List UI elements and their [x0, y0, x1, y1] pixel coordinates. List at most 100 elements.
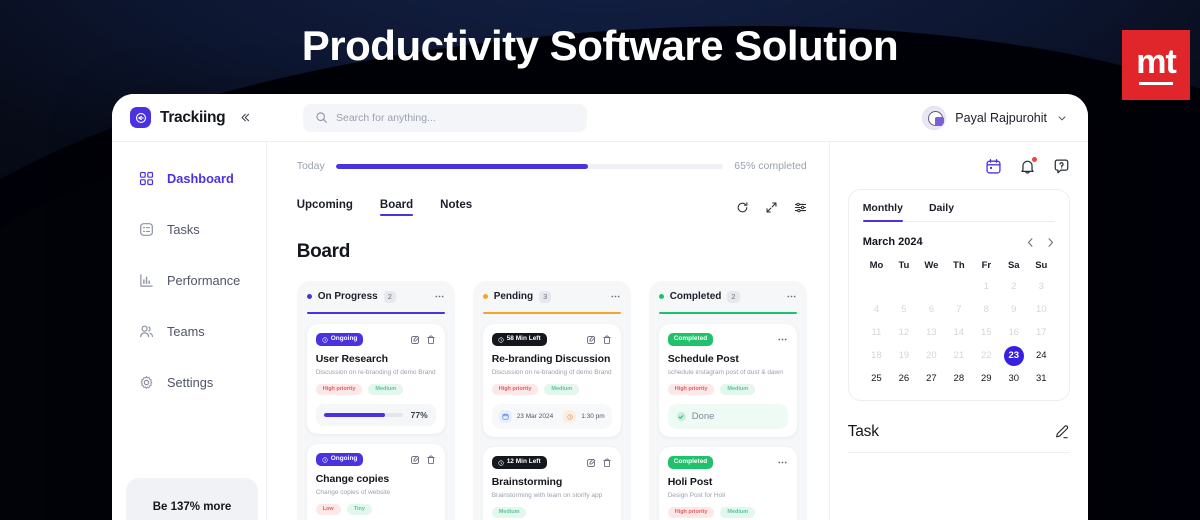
calendar-tab-monthly[interactable]: Monthly: [862, 202, 904, 222]
calendar-nav: [1026, 237, 1055, 248]
calendar-day[interactable]: 22: [973, 348, 1000, 363]
calendar-day[interactable]: 14: [945, 325, 972, 340]
calendar-day[interactable]: 2: [1000, 279, 1027, 294]
sidebar-item-tasks[interactable]: Tasks: [112, 215, 266, 243]
refresh-icon[interactable]: [736, 201, 749, 214]
card-top-row: 58 Min Left: [491, 333, 612, 346]
calendar-day[interactable]: 10: [1028, 302, 1055, 317]
calendar-day[interactable]: 18: [863, 348, 890, 363]
task-section-title: Task: [847, 423, 879, 440]
calendar-day[interactable]: 17: [1028, 325, 1055, 340]
edit-icon[interactable]: [410, 335, 420, 345]
more-horizontal-icon[interactable]: [434, 291, 445, 302]
calendar-day[interactable]: 16: [1000, 325, 1027, 340]
tab-upcoming[interactable]: Upcoming: [297, 199, 353, 216]
calendar-weekday: We: [924, 260, 939, 271]
task-card[interactable]: Ongoing Change copies Change copies of web…: [306, 444, 445, 520]
calendar-tab-daily[interactable]: Daily: [929, 202, 954, 221]
calendar-day[interactable]: 30: [1000, 371, 1027, 386]
card-actions: [777, 457, 788, 468]
filter-icon[interactable]: [794, 201, 807, 214]
tag: Medium: [720, 383, 756, 396]
app-body: Dashboard Tasks Performance Teams Settin…: [112, 142, 1088, 520]
task-card[interactable]: 12 Min Left Brainstorming Brainstorming wi…: [482, 447, 621, 520]
column-accent-bar: [482, 311, 621, 315]
calendar-day[interactable]: 12: [890, 325, 917, 340]
card-title: Re-branding Discussion: [491, 352, 611, 365]
delete-icon[interactable]: [426, 455, 436, 465]
calendar-empty-cell: .: [945, 279, 972, 294]
calendar-day[interactable]: 11: [863, 325, 890, 340]
calendar-day[interactable]: 23: [1000, 348, 1027, 363]
calendar-day[interactable]: 7: [945, 302, 972, 317]
calendar-day[interactable]: 13: [918, 325, 945, 340]
calendar-day[interactable]: 1: [973, 279, 1000, 294]
delete-icon[interactable]: [602, 458, 612, 468]
calendar-icon[interactable]: [985, 158, 1002, 175]
done-row[interactable]: Done: [667, 404, 788, 430]
calendar-day[interactable]: 15: [973, 325, 1000, 340]
task-card[interactable]: 58 Min Left Re-branding Discussion Discuss…: [482, 324, 621, 438]
calendar-day[interactable]: 5: [890, 302, 917, 317]
promo-card[interactable]: Be 137% more: [126, 478, 258, 520]
calendar-day[interactable]: 4: [863, 302, 890, 317]
toolbar-icons: [736, 201, 807, 214]
more-horizontal-icon[interactable]: [786, 291, 797, 302]
bell-icon[interactable]: [1019, 157, 1037, 175]
tab-notes[interactable]: Notes: [440, 199, 472, 216]
chevron-right-icon[interactable]: [1046, 237, 1055, 248]
calendar-day[interactable]: 25: [863, 371, 890, 386]
status-badge: 58 Min Left: [491, 333, 547, 346]
search-input[interactable]: [336, 111, 575, 124]
delete-icon[interactable]: [602, 335, 612, 345]
edit-icon[interactable]: [586, 458, 596, 468]
calendar-day[interactable]: 27: [918, 371, 945, 386]
sidebar-item-label: Dashboard: [167, 170, 234, 186]
calendar-icon: [498, 410, 512, 424]
calendar-day[interactable]: 31: [1028, 371, 1055, 386]
calendar-day[interactable]: 6: [918, 302, 945, 317]
task-card[interactable]: Completed Schedule Post schedule instagram…: [658, 324, 797, 438]
calendar-day[interactable]: 24: [1028, 348, 1055, 363]
sidebar-item-dashboard[interactable]: Dashboard: [112, 164, 266, 192]
chevron-down-icon[interactable]: [1056, 112, 1068, 124]
calendar-day[interactable]: 3: [1028, 279, 1055, 294]
progress-fill: [335, 163, 588, 169]
task-card[interactable]: Completed Holi Post Design Post for Holi Hi…: [658, 447, 797, 520]
tab-board[interactable]: Board: [379, 199, 414, 216]
sidebar-item-performance[interactable]: Performance: [112, 266, 266, 294]
edit-icon[interactable]: [586, 335, 596, 345]
help-icon[interactable]: [1053, 158, 1070, 175]
chevron-double-left-icon[interactable]: [238, 111, 251, 124]
chevron-left-icon[interactable]: [1026, 237, 1035, 248]
search-box[interactable]: [303, 103, 587, 132]
today-label: Today: [296, 160, 325, 172]
delete-icon[interactable]: [426, 335, 436, 345]
card-tags: High priority Medium: [491, 383, 612, 396]
more-horizontal-icon[interactable]: [610, 291, 621, 302]
more-horizontal-icon[interactable]: [777, 457, 788, 468]
column-count: 2: [383, 291, 396, 303]
card-description: Change copies of website: [315, 488, 391, 496]
calendar-day[interactable]: 19: [890, 348, 917, 363]
edit-icon[interactable]: [410, 455, 420, 465]
task-card[interactable]: Ongoing User Research Discussion on re-bra…: [306, 324, 445, 435]
mt-logo: mt: [1122, 30, 1190, 100]
calendar-day[interactable]: 9: [1000, 302, 1027, 317]
calendar-day[interactable]: 26: [890, 371, 917, 386]
sidebar-item-teams[interactable]: Teams: [112, 317, 266, 345]
sidebar-item-settings[interactable]: Settings: [112, 368, 266, 396]
calendar-day[interactable]: 21: [945, 348, 972, 363]
pencil-icon[interactable]: [1054, 424, 1070, 440]
card-top-row: Completed: [667, 456, 788, 469]
expand-icon[interactable]: [765, 201, 778, 214]
sidebar: Dashboard Tasks Performance Teams Settin…: [112, 142, 267, 520]
calendar-day[interactable]: 29: [973, 371, 1000, 386]
brand: Trackiing: [112, 107, 272, 128]
calendar-day[interactable]: 20: [918, 348, 945, 363]
calendar-day[interactable]: 8: [973, 302, 1000, 317]
user-menu[interactable]: Payal Rajpurohit: [922, 105, 1088, 130]
calendar-day[interactable]: 28: [945, 371, 972, 386]
more-horizontal-icon[interactable]: [777, 334, 788, 345]
meta-text: 1:30 pm: [581, 413, 605, 421]
